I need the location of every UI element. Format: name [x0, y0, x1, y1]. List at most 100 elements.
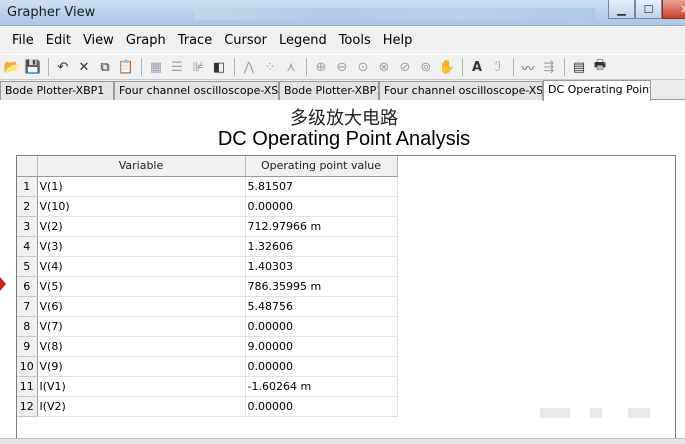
table-row[interactable]: 1 V(1) 5.81507	[17, 176, 398, 197]
trace-icon[interactable]: ⋏	[281, 57, 301, 77]
variable-cell[interactable]: V(1)	[37, 176, 246, 197]
tab-oscilloscope-1[interactable]: Four channel oscilloscope-XSC1	[114, 81, 279, 100]
zoom-in-icon[interactable]: ⊕	[311, 57, 331, 77]
variable-cell[interactable]: V(9)	[37, 356, 246, 377]
header-row: Variable Operating point value	[17, 156, 398, 177]
table-row[interactable]: 11 I(V1) -1.60264 m	[17, 376, 398, 397]
table-row[interactable]: 6 V(5) 786.35995 m	[17, 276, 398, 297]
zoom-x-icon[interactable]: ⊗	[374, 57, 394, 77]
grid-icon[interactable]: ▦	[146, 57, 166, 77]
row-number[interactable]: 12	[17, 396, 38, 417]
variable-cell[interactable]: V(6)	[37, 296, 246, 317]
window-title: Grapher View	[7, 5, 96, 20]
row-number[interactable]: 6	[17, 276, 38, 297]
horizontal-scrollbar[interactable]	[0, 438, 685, 444]
line-width-icon[interactable]: 〰	[518, 57, 538, 77]
row-number[interactable]: 8	[17, 316, 38, 337]
export-icon[interactable]: ⇶	[539, 57, 559, 77]
table-row[interactable]: 10 V(9) 0.00000	[17, 356, 398, 377]
variable-cell[interactable]: V(5)	[37, 276, 246, 297]
copy-icon[interactable]: ⧉	[95, 57, 115, 77]
open-folder-icon[interactable]: 📂	[2, 57, 22, 77]
corner-cell[interactable]	[17, 156, 38, 177]
value-cell[interactable]: 5.81507	[245, 176, 398, 197]
text-label-icon[interactable]: ℐ	[488, 57, 508, 77]
row-number[interactable]: 5	[17, 256, 38, 277]
text-icon[interactable]: A	[467, 57, 487, 77]
reverse-background-icon[interactable]: ◧	[209, 57, 229, 77]
tab-oscilloscope-2[interactable]: Four channel oscilloscope-XSC1	[379, 81, 543, 100]
row-number[interactable]: 11	[17, 376, 38, 397]
row-number[interactable]: 2	[17, 196, 38, 217]
value-cell[interactable]: -1.60264 m	[245, 376, 398, 397]
table-row[interactable]: 8 V(7) 0.00000	[17, 316, 398, 337]
menu-trace[interactable]: Trace	[178, 33, 213, 48]
cursors-icon[interactable]: ⋀	[239, 57, 259, 77]
results-table: Variable Operating point value 1 V(1) 5.…	[17, 156, 398, 417]
menu-legend[interactable]: Legend	[279, 33, 327, 48]
row-number[interactable]: 7	[17, 296, 38, 317]
table-row[interactable]: 4 V(3) 1.32606	[17, 236, 398, 257]
bode-icon[interactable]: ⊯	[188, 57, 208, 77]
row-number[interactable]: 1	[17, 176, 38, 197]
value-cell[interactable]: 712.97966 m	[245, 216, 398, 237]
tab-dc-operating-point[interactable]: DC Operating Point	[543, 80, 651, 101]
value-cell[interactable]: 0.00000	[245, 196, 398, 217]
menu-tools[interactable]: Tools	[339, 33, 371, 48]
value-cell[interactable]: 1.40303	[245, 256, 398, 277]
pan-icon[interactable]: ✋	[437, 57, 457, 77]
tab-bode-plotter-1[interactable]: Bode Plotter-XBP1	[0, 81, 114, 100]
legend-icon[interactable]: ☰	[167, 57, 187, 77]
value-cell[interactable]: 1.32606	[245, 236, 398, 257]
data-points-icon[interactable]: ⁘	[260, 57, 280, 77]
variable-cell[interactable]: I(V1)	[37, 376, 246, 397]
undo-icon[interactable]: ↶	[53, 57, 73, 77]
variable-cell[interactable]: I(V2)	[37, 396, 246, 417]
variable-cell[interactable]: V(8)	[37, 336, 246, 357]
minimize-button[interactable]: ▁	[608, 0, 635, 19]
value-cell[interactable]: 9.00000	[245, 336, 398, 357]
menu-view[interactable]: View	[83, 33, 114, 48]
paste-icon[interactable]: 📋	[116, 57, 136, 77]
zoom-y-icon[interactable]: ⊘	[395, 57, 415, 77]
value-cell[interactable]: 0.00000	[245, 396, 398, 417]
menu-help[interactable]: Help	[383, 33, 413, 48]
variable-cell[interactable]: V(2)	[37, 216, 246, 237]
menu-file[interactable]: File	[12, 33, 34, 48]
value-cell[interactable]: 5.48756	[245, 296, 398, 317]
toolbar: 📂 💾 ↶ ✕ ⧉ 📋 ▦ ☰ ⊯ ◧ ⋀ ⁘ ⋏ ⊕ ⊖ ⊙ ⊗ ⊘ ⊚ ✋ …	[0, 54, 685, 80]
column-header-variable[interactable]: Variable	[37, 156, 246, 177]
table-row[interactable]: 2 V(10) 0.00000	[17, 196, 398, 217]
page-properties-icon[interactable]: ▤	[569, 57, 589, 77]
zoom-out-icon[interactable]: ⊖	[332, 57, 352, 77]
column-header-value[interactable]: Operating point value	[245, 156, 398, 177]
zoom-fit-icon[interactable]: ⊙	[353, 57, 373, 77]
table-row[interactable]: 5 V(4) 1.40303	[17, 256, 398, 277]
row-number[interactable]: 9	[17, 336, 38, 357]
value-cell[interactable]: 0.00000	[245, 316, 398, 337]
menu-graph[interactable]: Graph	[126, 33, 166, 48]
variable-cell[interactable]: V(10)	[37, 196, 246, 217]
row-number[interactable]: 4	[17, 236, 38, 257]
close-button[interactable]: ✕	[662, 0, 685, 19]
menu-edit[interactable]: Edit	[46, 33, 71, 48]
print-icon[interactable]: 🖶	[590, 57, 610, 77]
row-number[interactable]: 10	[17, 356, 38, 377]
results-grid: Variable Operating point value 1 V(1) 5.…	[16, 155, 676, 444]
variable-cell[interactable]: V(3)	[37, 236, 246, 257]
row-number[interactable]: 3	[17, 216, 38, 237]
zoom-area-icon[interactable]: ⊚	[416, 57, 436, 77]
table-row[interactable]: 12 I(V2) 0.00000	[17, 396, 398, 417]
value-cell[interactable]: 786.35995 m	[245, 276, 398, 297]
save-icon[interactable]: 💾	[23, 57, 43, 77]
table-row[interactable]: 9 V(8) 9.00000	[17, 336, 398, 357]
table-row[interactable]: 3 V(2) 712.97966 m	[17, 216, 398, 237]
menu-cursor[interactable]: Cursor	[224, 33, 267, 48]
delete-icon[interactable]: ✕	[74, 57, 94, 77]
maximize-button[interactable]: ☐	[635, 0, 662, 19]
variable-cell[interactable]: V(7)	[37, 316, 246, 337]
variable-cell[interactable]: V(4)	[37, 256, 246, 277]
table-row[interactable]: 7 V(6) 5.48756	[17, 296, 398, 317]
value-cell[interactable]: 0.00000	[245, 356, 398, 377]
tab-bode-plotter-2[interactable]: Bode Plotter-XBP1	[279, 81, 379, 100]
